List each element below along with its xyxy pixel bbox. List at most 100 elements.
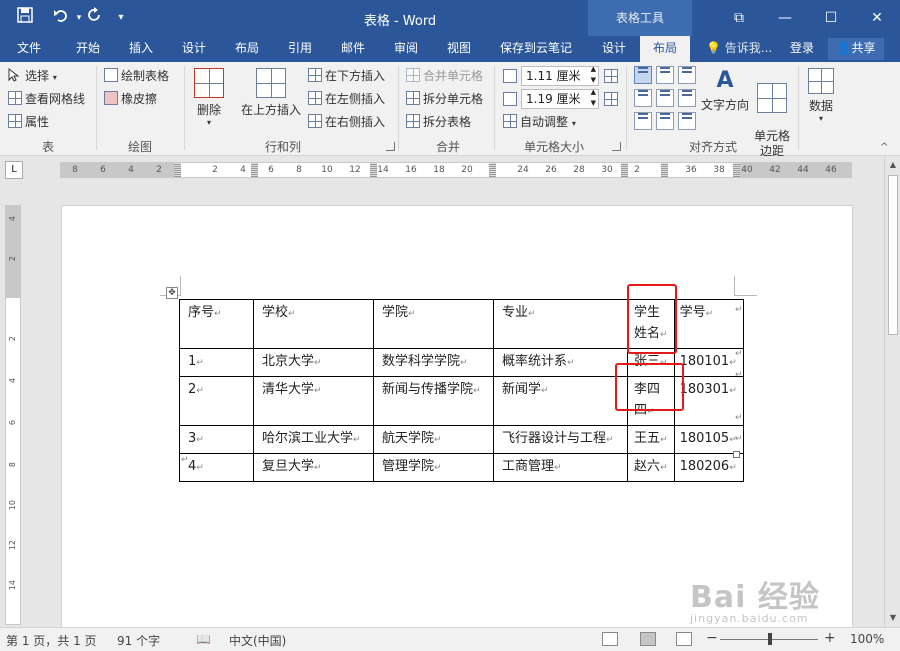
tab-save-to-cloud-note[interactable]: 保存到云笔记 bbox=[492, 36, 580, 62]
proofing-icon[interactable]: 📖 bbox=[196, 632, 211, 646]
row-height-input[interactable]: 1.11 厘米 ▲ ▼ bbox=[521, 64, 599, 86]
spinner-arrows-icon[interactable]: ▲ ▼ bbox=[591, 87, 596, 109]
zoom-in-button[interactable]: + bbox=[824, 630, 836, 646]
read-mode-view-icon[interactable] bbox=[602, 632, 618, 646]
table-resize-handle[interactable] bbox=[733, 451, 740, 458]
align-top-right-button[interactable] bbox=[678, 66, 696, 84]
insert-below-button[interactable]: 在下方插入 bbox=[308, 66, 385, 86]
horizontal-ruler[interactable]: 8 6 4 2 2 4 6 8 10 12 14 16 18 20 24 26 … bbox=[60, 162, 852, 178]
table-cell[interactable]: 180301↵ bbox=[673, 376, 744, 426]
align-bottom-left-button[interactable] bbox=[634, 112, 652, 130]
zoom-out-button[interactable]: − bbox=[706, 630, 718, 646]
scrollbar-thumb[interactable] bbox=[888, 175, 898, 335]
customize-qat-icon[interactable]: ▾ bbox=[110, 7, 132, 29]
table-cell[interactable]: 数学科学学院↵ bbox=[373, 348, 494, 377]
table-cell[interactable]: 180105 ↵ bbox=[673, 425, 744, 454]
ruler-column-marker[interactable] bbox=[174, 163, 181, 177]
properties-button[interactable]: 属性 bbox=[8, 112, 49, 132]
draw-table-button[interactable]: 绘制表格 bbox=[104, 66, 169, 86]
tab-references[interactable]: 引用 bbox=[274, 36, 326, 62]
table-cell[interactable]: 北京大学↵ bbox=[253, 348, 374, 377]
table-cell[interactable]: 王五↵ bbox=[627, 425, 675, 454]
cell-margins-button[interactable]: 单元格 边距 bbox=[752, 68, 792, 159]
zoom-level[interactable]: 100% bbox=[850, 632, 884, 646]
delete-button[interactable]: 删除 ▾ bbox=[190, 68, 228, 127]
table-cell[interactable]: 学院↵ bbox=[373, 299, 494, 349]
table-move-handle-icon[interactable]: ✥ bbox=[166, 287, 178, 299]
tab-file[interactable]: 文件 bbox=[6, 36, 52, 62]
save-icon[interactable] bbox=[14, 7, 36, 29]
table-cell[interactable]: 哈尔滨工业大学↵ bbox=[253, 425, 374, 454]
text-direction-button[interactable]: A 文字方向 bbox=[700, 66, 750, 113]
split-cells-button[interactable]: 拆分单元格 bbox=[406, 89, 483, 109]
vertical-ruler[interactable]: 4 2 2 4 6 8 10 12 14 bbox=[5, 205, 21, 625]
align-top-left-button[interactable] bbox=[634, 66, 652, 84]
ruler-column-marker[interactable] bbox=[251, 163, 258, 177]
column-width-input[interactable]: 1.19 厘米 ▲ ▼ bbox=[521, 87, 599, 109]
table-cell[interactable]: 工商管理↵ bbox=[493, 453, 628, 482]
table-cell[interactable]: 清华大学↵ bbox=[253, 376, 374, 426]
table-cell[interactable]: 4↵ bbox=[179, 453, 254, 482]
rows-columns-dialog-launcher[interactable] bbox=[386, 142, 395, 151]
table-cell[interactable]: 专业↵ bbox=[493, 299, 628, 349]
table-cell[interactable]: 1↵ bbox=[179, 348, 254, 377]
table-cell[interactable]: 赵六↵ bbox=[627, 453, 675, 482]
tell-me-search[interactable]: 💡 告诉我... bbox=[706, 36, 772, 62]
table-cell[interactable]: 复旦大学↵ bbox=[253, 453, 374, 482]
ruler-column-marker[interactable] bbox=[489, 163, 496, 177]
cell-size-dialog-launcher[interactable] bbox=[612, 142, 621, 151]
tab-mailings[interactable]: 邮件 bbox=[328, 36, 378, 62]
table-cell[interactable]: 3↵ bbox=[179, 425, 254, 454]
autofit-button[interactable]: 自动调整 ▾ bbox=[503, 112, 576, 132]
minimize-button[interactable]: — bbox=[762, 0, 808, 36]
tab-view[interactable]: 视图 bbox=[434, 36, 484, 62]
tab-home[interactable]: 开始 bbox=[62, 36, 114, 62]
align-center-right-button[interactable] bbox=[678, 89, 696, 107]
table-cell[interactable]: 新闻与传播学院↵ bbox=[373, 376, 494, 426]
ribbon-display-options-icon[interactable]: ⧉ bbox=[716, 0, 762, 36]
eraser-button[interactable]: 橡皮擦 bbox=[104, 89, 157, 109]
tab-insert[interactable]: 插入 bbox=[116, 36, 166, 62]
redo-icon[interactable] bbox=[84, 7, 106, 29]
spinner-arrows-icon[interactable]: ▲ ▼ bbox=[591, 64, 596, 86]
align-bottom-center-button[interactable] bbox=[656, 112, 674, 130]
ruler-column-marker[interactable] bbox=[661, 163, 668, 177]
split-table-button[interactable]: 拆分表格 bbox=[406, 112, 471, 132]
table-cell[interactable]: 管理学院↵ bbox=[373, 453, 494, 482]
language-indicator[interactable]: 中文(中国) bbox=[229, 632, 286, 649]
insert-right-button[interactable]: 在右侧插入 bbox=[308, 112, 385, 132]
distribute-rows-icon[interactable] bbox=[604, 69, 618, 83]
table-cell[interactable]: 180101↵ bbox=[673, 348, 744, 377]
table-cell[interactable]: 2↵ bbox=[179, 376, 254, 426]
select-button[interactable]: 选择 ▾ bbox=[8, 66, 57, 86]
close-button[interactable]: ✕ bbox=[854, 0, 900, 36]
maximize-button[interactable]: ☐ bbox=[808, 0, 854, 36]
page-count[interactable]: 第 1 页，共 1 页 bbox=[6, 632, 97, 649]
tab-review[interactable]: 审阅 bbox=[380, 36, 432, 62]
align-bottom-right-button[interactable] bbox=[678, 112, 696, 130]
insert-left-button[interactable]: 在左侧插入 bbox=[308, 89, 385, 109]
table-cell[interactable]: 飞行器设计与工程↵ bbox=[493, 425, 628, 454]
view-gridlines-button[interactable]: 查看网格线 bbox=[8, 89, 85, 109]
tab-table-layout[interactable]: 布局 bbox=[640, 36, 690, 62]
ruler-column-marker[interactable] bbox=[621, 163, 628, 177]
table-cell[interactable]: 学号↵ bbox=[673, 299, 744, 349]
collapse-ribbon-icon[interactable]: ^ bbox=[880, 142, 888, 153]
word-count[interactable]: 91 个字 bbox=[117, 632, 160, 649]
table-cell[interactable]: 概率统计系↵ bbox=[493, 348, 628, 377]
data-button[interactable]: 数据 ▾ bbox=[804, 68, 838, 123]
insert-above-button[interactable]: 在上方插入 bbox=[238, 68, 304, 118]
tab-design[interactable]: 设计 bbox=[168, 36, 220, 62]
share-button[interactable]: 👤共享 bbox=[828, 38, 884, 60]
table-cell[interactable]: 航天学院↵ bbox=[373, 425, 494, 454]
login-button[interactable]: 登录 bbox=[790, 36, 814, 62]
align-top-center-button[interactable] bbox=[656, 66, 674, 84]
web-layout-view-icon[interactable] bbox=[676, 632, 692, 646]
table-cell[interactable]: 序号↵ bbox=[179, 299, 254, 349]
table-cell[interactable]: 学校↵ bbox=[253, 299, 374, 349]
zoom-slider-thumb[interactable] bbox=[768, 633, 772, 645]
distribute-columns-icon[interactable] bbox=[604, 92, 618, 106]
tab-table-design[interactable]: 设计 bbox=[590, 36, 638, 62]
scroll-up-icon[interactable]: ▲ bbox=[888, 159, 898, 171]
merge-cells-button[interactable]: 合并单元格 bbox=[406, 66, 483, 86]
